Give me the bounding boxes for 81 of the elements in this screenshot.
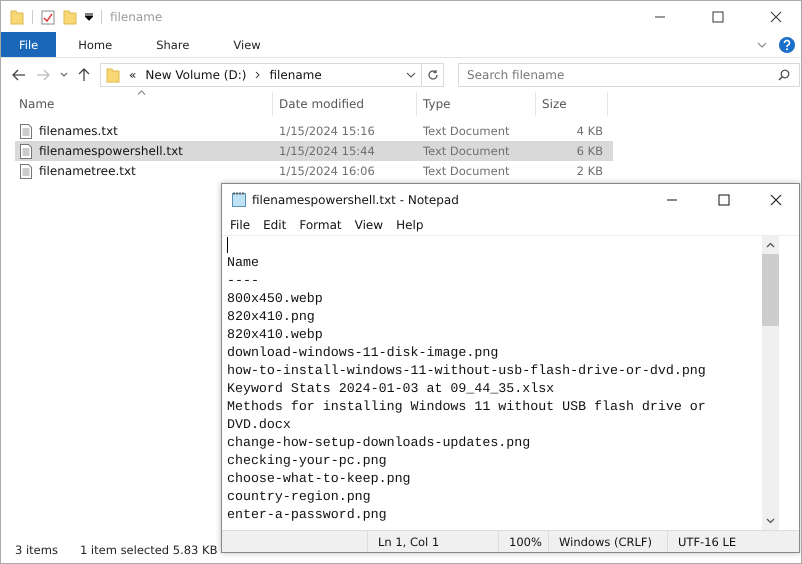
scroll-thumb[interactable]: [762, 254, 779, 326]
text-line: enter-a-password.png: [227, 506, 388, 524]
column-header[interactable]: Date modified: [279, 97, 364, 111]
path-segment[interactable]: filename: [269, 68, 322, 82]
back-arrow-icon[interactable]: [12, 69, 26, 81]
status-text: Ln 1, Col 1: [368, 531, 499, 552]
column-header[interactable]: Type: [423, 97, 451, 111]
up-arrow-icon[interactable]: [78, 68, 90, 82]
maximize-icon[interactable]: [712, 10, 724, 22]
refresh-icon: [426, 69, 438, 81]
date-modified: 1/15/2024 16:06: [279, 164, 375, 178]
chevron-icon[interactable]: [757, 42, 767, 48]
path-segment[interactable]: New Volume (D:): [145, 68, 246, 82]
text-line: download-windows-11-disk-image.png: [227, 344, 500, 362]
document-icon: [20, 124, 32, 138]
file-size: 4 KB: [576, 124, 603, 138]
item-count: 3 items: [15, 543, 58, 557]
refresh-button[interactable]: [422, 63, 444, 87]
file-name: filenamespowershell.txt: [39, 144, 183, 158]
text-line: choose-what-to-keep.png: [227, 470, 412, 488]
scroll-down-icon[interactable]: [766, 518, 775, 524]
text-line: 820x410.webp: [227, 326, 324, 344]
menu-item[interactable]: Help: [396, 218, 424, 232]
ribbon-tab[interactable]: File: [1, 32, 56, 57]
file-row[interactable]: filenames.txt 1/15/2024 15:16 Text Document 4 KB: [15, 121, 613, 141]
chevron-icon[interactable]: [406, 72, 416, 78]
text-line: how-to-install-windows-11-without-usb-flash-drive-or-dvd.png: [227, 362, 707, 380]
status-text: Windows (CRLF): [549, 531, 668, 552]
menu-item[interactable]: Edit: [263, 218, 286, 232]
ribbon-tab[interactable]: View: [211, 32, 283, 57]
selection-info: 1 item selected 5.83 KB: [80, 543, 218, 557]
close-icon[interactable]: [770, 194, 782, 206]
text-cursor: [227, 237, 228, 253]
search-icon: [778, 69, 790, 81]
text-line: checking-your-pc.png: [227, 452, 388, 470]
text-line: Name: [227, 254, 260, 272]
path-overflow[interactable]: «: [129, 68, 136, 82]
status-text: 100%: [499, 531, 549, 552]
file-size: 6 KB: [576, 144, 603, 158]
scroll-up-icon[interactable]: [766, 242, 775, 248]
close-icon[interactable]: [770, 10, 782, 22]
text-line: change-how-setup-downloads-updates.png: [227, 434, 532, 452]
window-title: filenamespowershell.txt - Notepad: [252, 192, 459, 206]
text-line: 800x450.webp: [227, 290, 324, 308]
file-row[interactable]: filenamespowershell.txt 1/15/2024 15:44 Text Document 6 KB: [15, 141, 613, 161]
file-name: filenametree.txt: [39, 164, 136, 178]
menu-item[interactable]: Format: [299, 218, 342, 232]
chevron-right-icon[interactable]: [255, 71, 260, 79]
file-type: Text Document: [423, 144, 510, 158]
menu-item[interactable]: File: [230, 218, 250, 232]
file-size: 2 KB: [576, 164, 603, 178]
column-header[interactable]: Size: [542, 97, 567, 111]
folder-icon: [106, 67, 120, 83]
text-line: 820x410.png: [227, 308, 316, 326]
document-icon: [20, 164, 32, 178]
dropdown-arrow-icon[interactable]: [85, 12, 93, 20]
text-line: Keyword Stats 2024-01-03 at 09_44_35.xlsx: [227, 380, 556, 398]
help-icon[interactable]: [779, 36, 795, 52]
ribbon-tab[interactable]: Share: [134, 32, 212, 57]
date-modified: 1/15/2024 15:16: [279, 124, 375, 138]
date-modified: 1/15/2024 15:44: [279, 144, 375, 158]
window-title: filename: [110, 10, 162, 24]
address-bar[interactable]: « New Volume (D:) filename: [100, 63, 422, 87]
notepad-icon: [232, 192, 246, 207]
maximize-icon[interactable]: [718, 194, 730, 206]
sort-caret-icon: [137, 90, 146, 95]
file-row[interactable]: filenametree.txt 1/15/2024 16:06 Text Document 2 KB: [15, 161, 613, 181]
file-type: Text Document: [423, 164, 510, 178]
vertical-scrollbar[interactable]: [762, 236, 779, 530]
status-text: UTF-16 LE: [677, 534, 738, 550]
column-header[interactable]: Name: [19, 97, 54, 111]
text-line: country-region.png: [227, 488, 372, 506]
document-icon: [20, 144, 32, 158]
search-field[interactable]: Search filename: [458, 63, 800, 87]
menu-item[interactable]: View: [354, 218, 384, 232]
chevron-icon[interactable]: [60, 72, 68, 78]
file-type: Text Document: [423, 124, 510, 138]
file-name: filenames.txt: [39, 124, 118, 138]
folder-icon: [10, 8, 24, 24]
text-line: ----: [227, 272, 260, 290]
ribbon-tab[interactable]: Home: [56, 32, 134, 57]
